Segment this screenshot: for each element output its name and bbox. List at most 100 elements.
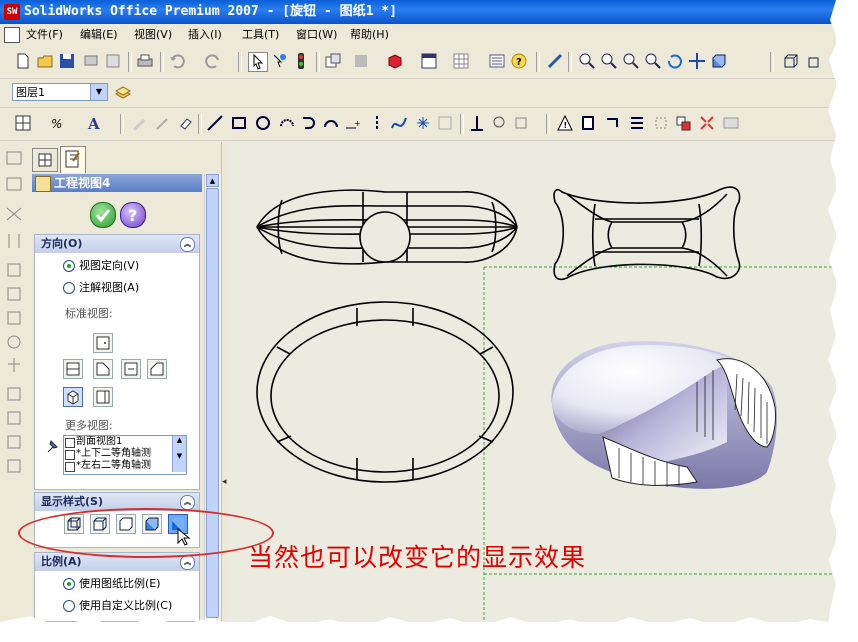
list-scrollbar[interactable]: ▲ ▼: [172, 436, 186, 472]
collapse-icon[interactable]: ︽: [180, 237, 195, 252]
arrow-right-icon[interactable]: [604, 114, 622, 132]
spline-icon[interactable]: [390, 114, 408, 132]
zoom-to-fit-icon[interactable]: [578, 52, 596, 70]
redo-icon[interactable]: [204, 52, 222, 70]
side-view[interactable]: [553, 186, 741, 281]
layer-select[interactable]: 图层1 ▼: [12, 83, 108, 101]
view-front-button[interactable]: [63, 359, 83, 379]
new-document-icon[interactable]: [14, 52, 32, 70]
menu-window[interactable]: 窗口(W): [296, 24, 337, 45]
more-views-list[interactable]: 剖面视图1 *上下二等角轴测 *左右二等角轴测 ▲ ▼: [63, 435, 187, 475]
copy-entities-icon[interactable]: [674, 114, 692, 132]
orientation-group-header[interactable]: 方向(O) ︽: [35, 235, 199, 253]
view-bottom-button[interactable]: [93, 387, 113, 407]
toolbar-separator: [460, 114, 464, 134]
trim-icon[interactable]: [512, 114, 530, 132]
vertical-line-icon[interactable]: [368, 114, 386, 132]
hidden-lines-cube-icon[interactable]: [806, 52, 824, 70]
scroll-up-icon[interactable]: ▲: [206, 174, 219, 187]
ok-button[interactable]: [90, 202, 116, 228]
sketch-grid-icon[interactable]: [14, 114, 32, 132]
list-item[interactable]: *上下二等角轴测: [64, 448, 186, 460]
layout-icon[interactable]: [420, 52, 438, 70]
warning-icon[interactable]: !: [556, 114, 574, 132]
measure-icon[interactable]: [546, 52, 564, 70]
property-manager-title: 工程视图4: [54, 176, 111, 190]
wireframe-cube-icon[interactable]: [782, 52, 800, 70]
top-view[interactable]: [256, 301, 514, 483]
list-item[interactable]: *左右二等角轴测: [64, 460, 186, 472]
view-left-button[interactable]: [147, 359, 167, 379]
help-icon[interactable]: ?: [510, 52, 528, 70]
tangent-arc-icon[interactable]: [300, 114, 318, 132]
open-folder-icon[interactable]: [36, 52, 54, 70]
rebuild-traffic-light-icon[interactable]: [292, 52, 310, 70]
document-icon[interactable]: [4, 27, 20, 43]
pan-icon[interactable]: [688, 52, 706, 70]
select-filter-icon[interactable]: [270, 52, 288, 70]
move-entities-icon[interactable]: [652, 114, 670, 132]
custom-scale-radio[interactable]: 使用自定义比例(C): [63, 599, 172, 613]
collapse-icon[interactable]: ︽: [180, 495, 195, 510]
appearance-icon[interactable]: [386, 52, 404, 70]
line-icon[interactable]: [206, 114, 224, 132]
mirror-icon[interactable]: [468, 114, 486, 132]
front-view[interactable]: [256, 189, 518, 265]
3-point-arc-icon[interactable]: [322, 114, 340, 132]
display-delete-relations-icon[interactable]: [722, 114, 740, 132]
pin-icon[interactable]: [43, 437, 63, 457]
list-icon[interactable]: [488, 52, 506, 70]
property-manager-tab[interactable]: [60, 146, 86, 173]
rectangle-icon[interactable]: [230, 114, 248, 132]
3d-sketch-icon[interactable]: [154, 114, 172, 132]
app-icon[interactable]: SW: [4, 4, 20, 20]
zoom-area-icon[interactable]: [600, 52, 618, 70]
menu-help[interactable]: 帮助(H): [350, 24, 389, 45]
sheet-scale-radio[interactable]: 使用图纸比例(E): [63, 577, 161, 591]
grid-icon[interactable]: [452, 52, 470, 70]
make-drawing-icon[interactable]: [324, 52, 342, 70]
centerpoint-arc-icon[interactable]: [278, 114, 296, 132]
view-back-button[interactable]: [93, 333, 113, 353]
menu-edit[interactable]: 编辑(E): [80, 24, 118, 45]
chevron-down-icon[interactable]: ▼: [90, 84, 107, 100]
block-icon[interactable]: [580, 114, 598, 132]
menu-view[interactable]: 视图(V): [134, 24, 172, 45]
shaded-view-icon[interactable]: [710, 52, 728, 70]
view-top-button[interactable]: [121, 359, 141, 379]
menu-tools[interactable]: 工具(T): [242, 24, 279, 45]
isometric-shaded-view[interactable]: [551, 341, 777, 489]
eraser-icon[interactable]: [176, 114, 194, 132]
note-text-icon[interactable]: A: [86, 114, 104, 132]
sketch-picture-icon[interactable]: [436, 114, 454, 132]
modify-sketch-icon[interactable]: [698, 114, 716, 132]
view-isometric-button[interactable]: [63, 387, 83, 407]
help-button[interactable]: ?: [120, 202, 146, 228]
select-arrow-icon[interactable]: [248, 52, 268, 72]
zoom-in-out-icon[interactable]: [622, 52, 640, 70]
view-orientation-radio[interactable]: 视图定向(V): [63, 259, 139, 273]
list-item[interactable]: 剖面视图1: [64, 436, 186, 448]
view-right-button[interactable]: [93, 359, 113, 379]
feature-manager-tab[interactable]: [32, 148, 58, 172]
zoom-selection-icon[interactable]: [644, 52, 662, 70]
layer-properties-icon[interactable]: [114, 83, 132, 101]
collapse-icon[interactable]: ︽: [180, 555, 195, 570]
annotation-view-radio[interactable]: 注解视图(A): [63, 281, 139, 295]
circle-icon[interactable]: [254, 114, 272, 132]
menu-insert[interactable]: 插入(I): [188, 24, 222, 45]
undo-icon[interactable]: [168, 52, 186, 70]
smart-dimension-icon[interactable]: %: [50, 114, 68, 132]
print-preview-icon[interactable]: [82, 52, 100, 70]
print-icon[interactable]: [136, 52, 154, 70]
point-icon[interactable]: [414, 114, 432, 132]
save-icon[interactable]: [58, 52, 76, 70]
linear-pattern-icon[interactable]: [628, 114, 646, 132]
rotate-view-icon[interactable]: [666, 52, 684, 70]
properties-icon[interactable]: [104, 52, 122, 70]
menu-file[interactable]: 文件(F): [26, 24, 63, 45]
offset-icon[interactable]: [490, 114, 508, 132]
options-icon[interactable]: [352, 52, 370, 70]
centerline-icon[interactable]: +: [344, 114, 362, 132]
sketch-icon[interactable]: [130, 114, 148, 132]
